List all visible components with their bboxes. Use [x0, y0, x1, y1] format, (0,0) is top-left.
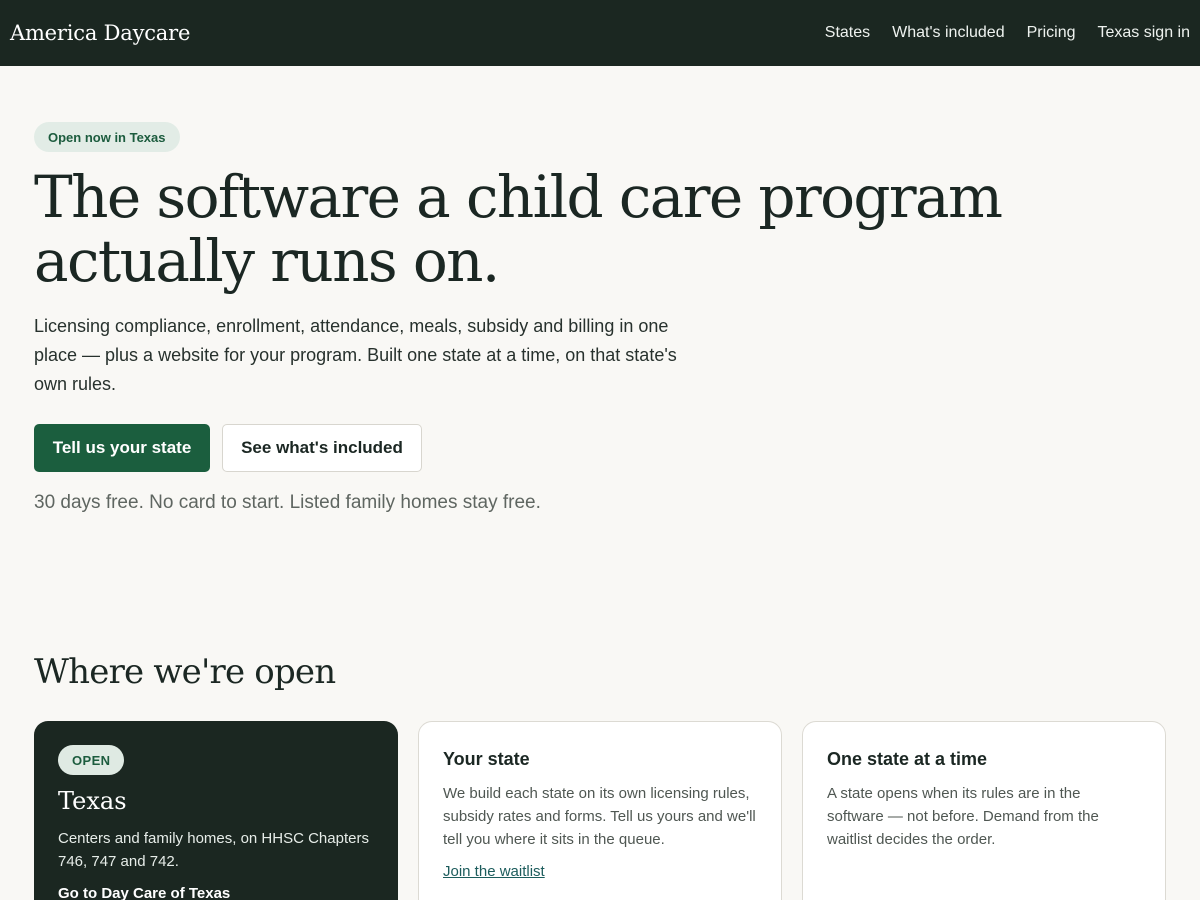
texas-card-description: Centers and family homes, on HHSC Chapte…: [58, 830, 369, 870]
tell-us-your-state-button[interactable]: Tell us your state: [34, 424, 210, 472]
hero-description: Licensing compliance, enrollment, attend…: [34, 316, 677, 394]
one-state-card-description: A state opens when its rules are in the …: [827, 785, 1099, 848]
texas-state-card: OPEN Texas Centers and family homes, on …: [34, 721, 398, 900]
nav-link-states[interactable]: States: [825, 24, 870, 42]
your-state-card: Your state We build each state on its ow…: [418, 721, 782, 900]
your-state-card-title: Your state: [443, 749, 530, 769]
open-status-badge: OPEN: [58, 745, 125, 775]
open-now-badge: Open now in Texas: [34, 122, 180, 152]
top-navigation-bar: America Daycare States What's included P…: [0, 0, 1200, 66]
nav-link-texas-sign-in[interactable]: Texas sign in: [1098, 24, 1191, 42]
brand-logo-link[interactable]: America Daycare: [10, 21, 190, 45]
one-state-card-title: One state at a time: [827, 749, 988, 769]
your-state-card-description: We build each state on its own licensing…: [443, 785, 756, 848]
hero-title: The software a child care program actual…: [34, 163, 1003, 295]
where-were-open-heading: Where we're open: [34, 652, 336, 692]
nav-link-pricing[interactable]: Pricing: [1027, 24, 1076, 42]
free-trial-note: 30 days free. No card to start. Listed f…: [34, 492, 541, 513]
join-the-waitlist-link[interactable]: Join the waitlist: [443, 863, 545, 880]
one-state-at-a-time-card: One state at a time A state opens when i…: [802, 721, 1166, 900]
main-nav: States What's included Pricing Texas sig…: [825, 24, 1190, 42]
see-whats-included-button[interactable]: See what's included: [222, 424, 422, 472]
go-to-day-care-of-texas-link[interactable]: Go to Day Care of Texas: [58, 885, 374, 900]
texas-card-title: Texas: [58, 787, 127, 815]
nav-link-whats-included[interactable]: What's included: [892, 24, 1004, 42]
